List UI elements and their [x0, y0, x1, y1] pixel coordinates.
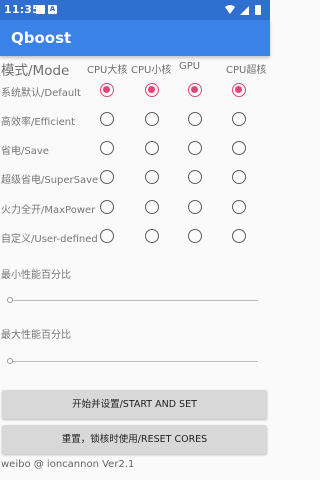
status-time: 11:35: [4, 3, 41, 16]
mode-radio-button[interactable]: [145, 83, 159, 97]
reset-cores-button[interactable]: 重置，锁核时使用/RESET CORES: [2, 425, 267, 454]
mode-radio-button[interactable]: [188, 83, 202, 97]
square-icon: [36, 5, 45, 14]
mode-radio-button[interactable]: [232, 112, 246, 126]
a-box-icon: A: [48, 5, 57, 14]
mode-radio-button[interactable]: [145, 141, 159, 155]
mode-row-label: 系统默认/Default: [1, 88, 81, 99]
mode-radio-button[interactable]: [232, 200, 246, 214]
mode-radio-button[interactable]: [232, 170, 246, 184]
mode-radio-button[interactable]: [188, 141, 202, 155]
min-perf-label: 最小性能百分比: [1, 270, 71, 281]
mode-radio-button[interactable]: [100, 170, 114, 184]
footer-version: weibo @ ioncannon Ver2.1: [1, 459, 135, 470]
column-header-cpu-big: CPU大核: [87, 65, 128, 76]
min-perf-slider-track[interactable]: [10, 300, 258, 301]
mode-radio-button[interactable]: [100, 200, 114, 214]
mode-radio-button[interactable]: [188, 200, 202, 214]
column-header-gpu: GPU: [179, 61, 201, 72]
app-bar: Qboost: [0, 20, 270, 56]
mode-row-label: 超级省电/SuperSave: [1, 175, 99, 186]
mode-radio-button[interactable]: [145, 170, 159, 184]
mode-radio-button[interactable]: [145, 200, 159, 214]
mode-radio-button[interactable]: [145, 112, 159, 126]
max-perf-slider-thumb[interactable]: [7, 358, 13, 364]
app-title: Qboost: [11, 29, 72, 47]
system-status-icons: [225, 5, 261, 15]
mode-radio-button[interactable]: [100, 112, 114, 126]
mode-radio-button[interactable]: [188, 170, 202, 184]
mode-radio-button[interactable]: [145, 229, 159, 243]
signal-icon: [240, 6, 249, 15]
battery-icon: [255, 5, 261, 15]
mode-radio-button[interactable]: [232, 141, 246, 155]
mode-radio-button[interactable]: [232, 229, 246, 243]
mode-row-label: 火力全开/MaxPower: [1, 205, 96, 216]
mode-radio-button[interactable]: [188, 112, 202, 126]
column-header-cpu-super: CPU超核: [226, 65, 267, 76]
max-perf-label: 最大性能百分比: [1, 330, 71, 341]
column-header-cpu-little: CPU小核: [131, 65, 172, 76]
status-bar: 11:35 A: [0, 0, 270, 20]
wifi-icon: [225, 5, 235, 14]
mode-radio-button[interactable]: [100, 83, 114, 97]
mode-row-label: 省电/Save: [1, 146, 49, 157]
mode-radio-button[interactable]: [100, 229, 114, 243]
mode-header: 模式/Mode: [1, 63, 70, 79]
mode-row-label: 自定义/User-defined: [1, 234, 98, 245]
max-perf-slider-track[interactable]: [10, 361, 258, 362]
min-perf-slider-thumb[interactable]: [7, 297, 13, 303]
mode-radio-button[interactable]: [232, 83, 246, 97]
mode-radio-button[interactable]: [188, 229, 202, 243]
mode-radio-button[interactable]: [100, 141, 114, 155]
start-and-set-button[interactable]: 开始并设置/START AND SET: [2, 390, 267, 419]
mode-row-label: 高效率/Efficient: [1, 117, 76, 128]
